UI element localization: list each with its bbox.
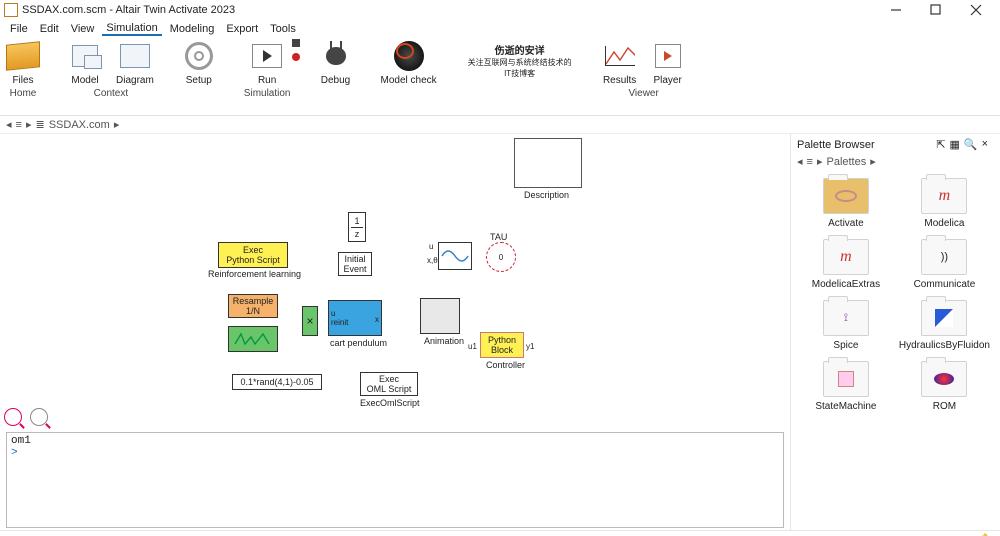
- palette-item-statemachine[interactable]: StateMachine: [801, 361, 891, 412]
- transistor-icon: ⟟: [844, 312, 848, 325]
- gear-icon: [185, 42, 213, 70]
- palette-browser: Palette Browser ⇱ ▦ 🔍 × ◂≡▸ Palettes▸ Ac…: [790, 134, 1000, 530]
- state-icon: [838, 371, 854, 387]
- block-cart-pendulum[interactable]: u reinit x: [328, 300, 382, 336]
- block-product[interactable]: ×: [302, 306, 318, 336]
- ribbon-group-context: Model Diagram Context: [68, 42, 154, 99]
- folder-icon: [6, 41, 40, 71]
- wifi-icon: )): [941, 251, 948, 263]
- palette-item-spice[interactable]: ⟟ Spice: [801, 300, 891, 351]
- menubar: File Edit View Simulation Modeling Expor…: [0, 20, 1000, 38]
- ribbon-files-button[interactable]: Files: [6, 39, 40, 86]
- plot-icon: [605, 46, 635, 66]
- window-maximize-button[interactable]: [916, 0, 956, 20]
- rom-icon: [934, 373, 954, 385]
- block-python-block-caption: Controller: [486, 360, 525, 370]
- record-icon[interactable]: [292, 53, 300, 61]
- window-close-button[interactable]: [956, 0, 996, 20]
- palette-breadcrumb[interactable]: ◂≡▸ Palettes▸: [791, 155, 1000, 168]
- block-python-block[interactable]: Python Block: [480, 332, 524, 358]
- breadcrumb-item[interactable]: SSDAX.com: [49, 119, 110, 131]
- slash-icon: [935, 309, 953, 327]
- block-animation-caption: Animation: [424, 336, 464, 346]
- palette-title: Palette Browser: [797, 139, 875, 151]
- ribbon-group-modelcheck: Model check: [381, 42, 437, 88]
- breadcrumb-item-icon[interactable]: ≣: [35, 118, 44, 131]
- block-cart-pendulum-caption: cart pendulum: [330, 338, 387, 348]
- block-tau-label: TAU: [490, 232, 507, 242]
- block-initial-event[interactable]: Initial Event: [338, 252, 372, 276]
- block-animation[interactable]: [420, 298, 460, 334]
- ribbon-results-button[interactable]: Results: [603, 39, 637, 86]
- console-prompt: >: [11, 447, 18, 459]
- block-exec-python-script[interactable]: Exec Python Script: [218, 242, 288, 268]
- ribbon-group-debug: Debug: [319, 42, 353, 88]
- palette-grid-icon[interactable]: ▦: [949, 138, 959, 151]
- menu-edit[interactable]: Edit: [36, 23, 63, 35]
- menu-view[interactable]: View: [67, 23, 99, 35]
- palette-item-modelicaextras[interactable]: m ModelicaExtras: [801, 239, 891, 290]
- menu-modeling[interactable]: Modeling: [166, 23, 219, 35]
- statusbar: 🔔: [0, 530, 1000, 536]
- block-exec-oml[interactable]: Exec OML Script: [360, 372, 418, 396]
- m-script-icon: m: [840, 248, 852, 266]
- block-exec-python-caption: Reinforcement learning: [208, 269, 301, 279]
- ribbon-run-button[interactable]: Run: [250, 39, 284, 86]
- block-description-label: Description: [524, 190, 569, 200]
- player-icon: [655, 44, 681, 68]
- ribbon-diagram-button[interactable]: Diagram: [116, 39, 154, 86]
- palette-dock-icon[interactable]: ⇱: [936, 138, 945, 151]
- block-scope[interactable]: [438, 242, 472, 270]
- ribbon-setup-button[interactable]: Setup: [182, 39, 216, 86]
- console[interactable]: om1 >: [6, 432, 784, 528]
- sine-icon: [441, 246, 469, 266]
- palette-close-icon[interactable]: ×: [982, 138, 988, 151]
- breadcrumb-hier-icon[interactable]: ≡: [16, 119, 22, 131]
- window-minimize-button[interactable]: [876, 0, 916, 20]
- console-tab[interactable]: om1: [11, 435, 779, 447]
- breadcrumb-back-icon[interactable]: ◂: [6, 118, 12, 131]
- ribbon-group-viewer: Results Player Viewer: [603, 42, 685, 99]
- ribbon: Files Home Model Diagram Context Setup: [0, 38, 1000, 116]
- zoom-out-icon[interactable]: [30, 408, 48, 426]
- watermark: 伤逝的安详 关注互联网与系统终结技术的IT技博客: [465, 42, 575, 79]
- window-title: SSDAX.com.scm - Altair Twin Activate 202…: [22, 4, 235, 16]
- block-random-wave[interactable]: [228, 326, 278, 352]
- window-titlebar: SSDAX.com.scm - Altair Twin Activate 202…: [0, 0, 1000, 20]
- palette-item-communicate[interactable]: )) Communicate: [899, 239, 990, 290]
- app-icon: [4, 3, 18, 17]
- palette-item-activate[interactable]: Activate: [801, 178, 891, 229]
- check-globe-icon: [394, 41, 424, 71]
- zoom-in-icon[interactable]: [4, 408, 22, 426]
- block-rand-expr[interactable]: 0.1*rand(4,1)-0.05: [232, 374, 322, 390]
- stop-icon[interactable]: [292, 39, 300, 47]
- block-description[interactable]: [514, 138, 582, 188]
- play-icon: [252, 44, 282, 68]
- block-exec-oml-caption: ExecOmlScript: [360, 398, 420, 408]
- breadcrumb[interactable]: ◂ ≡ ▸ ≣ SSDAX.com ▸: [6, 118, 119, 131]
- menu-export[interactable]: Export: [222, 23, 262, 35]
- m-script-icon: m: [939, 187, 951, 205]
- palette-item-hydraulics[interactable]: HydraulicsByFluidon: [899, 300, 990, 351]
- menu-tools[interactable]: Tools: [266, 23, 300, 35]
- palette-item-modelica[interactable]: m Modelica: [899, 178, 990, 229]
- ribbon-debug-button[interactable]: Debug: [319, 39, 353, 86]
- block-tau[interactable]: 0: [486, 242, 516, 272]
- diagram-canvas[interactable]: Description 1 z Exec Python Script Reinf…: [0, 134, 790, 430]
- ribbon-model-button[interactable]: Model: [68, 39, 102, 86]
- ribbon-group-simulation: Run Simulation: [244, 42, 291, 99]
- palette-search-icon[interactable]: 🔍: [964, 138, 978, 151]
- bug-icon: [326, 47, 346, 65]
- menu-file[interactable]: File: [6, 23, 32, 35]
- palette-item-rom[interactable]: ROM: [899, 361, 990, 412]
- ribbon-group-setup: Setup: [182, 42, 216, 88]
- wave-icon: [233, 330, 273, 348]
- block-delay-z[interactable]: 1 z: [348, 212, 366, 242]
- ribbon-modelcheck-button[interactable]: Model check: [381, 39, 437, 86]
- ribbon-group-home: Files Home: [6, 42, 40, 99]
- oval-icon: [835, 190, 857, 202]
- block-resample[interactable]: Resample 1/N: [228, 294, 278, 318]
- ribbon-player-button[interactable]: Player: [651, 39, 685, 86]
- menu-simulation[interactable]: Simulation: [102, 22, 161, 36]
